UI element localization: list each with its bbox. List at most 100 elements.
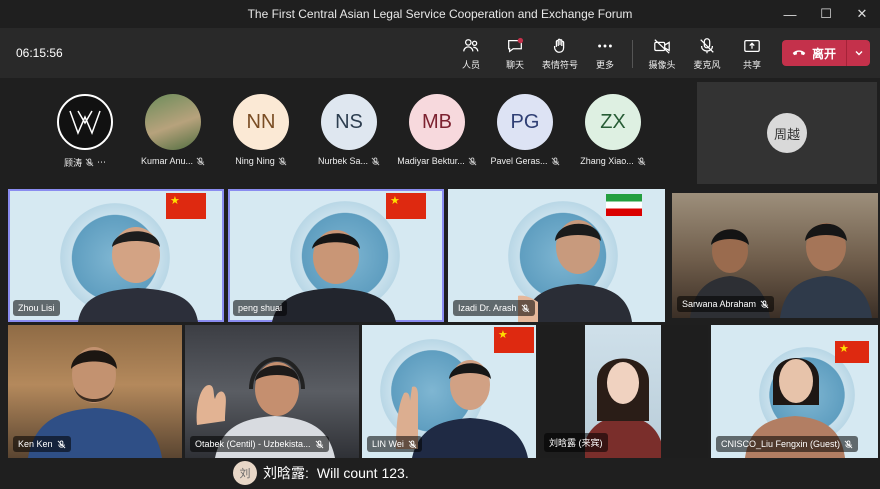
people-button[interactable]: 人员 (449, 37, 493, 71)
mic-off-icon (85, 158, 94, 167)
window-title: The First Central Asian Legal Service Co… (247, 7, 633, 21)
participant-item[interactable]: NS Nurbek Sa... (309, 94, 389, 166)
video-tile[interactable]: peng shuai (228, 189, 444, 322)
mic-off-icon (760, 299, 769, 308)
participant-name-tag: Ken Ken (13, 436, 71, 452)
video-tile[interactable]: LIN Wei (362, 325, 536, 458)
avatar: NS (321, 94, 377, 150)
overflow-participant-tile[interactable]: 周越 (697, 82, 877, 184)
participant-item[interactable]: MB Madiyar Bektur... (397, 94, 477, 166)
participant-name: Pavel Geras... (490, 156, 559, 166)
avatar: PG (497, 94, 553, 150)
participant-item[interactable]: Kumar Anu... (133, 94, 213, 166)
chat-button[interactable]: 聊天 (493, 37, 537, 71)
leave-main[interactable]: 离开 (782, 45, 846, 62)
mic-button[interactable]: 麦克风 (685, 37, 729, 71)
participant-name: Nurbek Sa... (318, 156, 380, 166)
camera-off-icon (654, 39, 670, 54)
chat-icon (508, 37, 524, 53)
video-tile[interactable]: Otabek (Centil) - Uzbekista... (185, 325, 359, 458)
mic-off-icon (278, 156, 287, 165)
mic-off-icon (700, 38, 714, 54)
live-caption: 刘 刘晗露: Will count 123. (233, 461, 409, 485)
participant-video (518, 220, 632, 322)
mic-off-icon (468, 156, 477, 165)
reactions-label: 表情符号 (541, 60, 578, 70)
video-tile[interactable]: Izadi Dr. Arash (448, 189, 665, 322)
participant-name: Ning Ning (235, 156, 287, 166)
iran-flag-icon (606, 194, 642, 216)
video-tile[interactable]: Ken Ken (8, 325, 182, 458)
mic-off-icon (196, 156, 205, 165)
mic-off-icon (371, 156, 380, 165)
video-tile[interactable]: 刘晗露 (来宾) (539, 325, 708, 458)
title-bar: The First Central Asian Legal Service Co… (0, 0, 880, 28)
avatar (57, 94, 113, 150)
china-flag-icon (166, 193, 206, 219)
participant-name-tag: Sarwana Abraham (677, 296, 775, 312)
meeting-timer: 06:15:56 (16, 46, 63, 60)
logo-icon (69, 110, 101, 136)
participant-video (272, 230, 396, 322)
mic-off-icon (57, 439, 65, 448)
more-label: 更多 (595, 60, 614, 70)
participant-item[interactable]: 顾涛 ⋯ (45, 94, 125, 169)
share-icon (744, 39, 760, 53)
meeting-toolbar: 06:15:56 人员 聊天 表情符号 更多 摄像头 麦克风 共享 离开 (0, 28, 880, 78)
leave-options-button[interactable] (846, 40, 870, 66)
people-label: 人员 (461, 60, 480, 70)
participant-name: 顾涛 ⋯ (63, 157, 106, 168)
video-tile[interactable]: Zhou Lisi (8, 189, 224, 322)
participant-name: Madiyar Bektur... (397, 156, 477, 166)
caption-text: Will count 123. (316, 465, 409, 481)
participant-item[interactable]: ZX Zhang Xiao... (573, 94, 653, 166)
participant-item[interactable]: NN Ning Ning (221, 94, 301, 166)
participant-video (78, 227, 198, 322)
raise-hand-icon (553, 38, 565, 53)
more-button[interactable]: 更多 (583, 37, 627, 71)
leave-button[interactable]: 离开 (782, 40, 870, 66)
mic-off-icon (637, 156, 646, 165)
caption-speaker: 刘晗露: (263, 465, 309, 481)
reactions-button[interactable]: 表情符号 (538, 37, 582, 71)
chat-label: 聊天 (505, 60, 524, 70)
window-controls: — ☐ ✕ (772, 0, 880, 28)
camera-label: 摄像头 (648, 60, 676, 70)
avatar (145, 94, 201, 150)
avatar: NN (233, 94, 289, 150)
phone-hangup-icon (792, 50, 806, 56)
participant-name-tag: Izadi Dr. Arash (453, 300, 535, 316)
leave-label: 离开 (812, 46, 837, 61)
participant-name-tag: Zhou Lisi (13, 300, 60, 316)
people-icon (463, 39, 479, 52)
participant-name-tag: 刘晗露 (来宾) (544, 433, 608, 452)
participant-item[interactable]: PG Pavel Geras... (485, 94, 565, 166)
mic-off-icon (521, 303, 529, 312)
more-options-icon[interactable]: ⋯ (97, 157, 106, 168)
mic-off-icon (315, 439, 323, 448)
participant-name-tag: CNISCO_Liu Fengxin (Guest) (716, 436, 859, 452)
avatar: MB (409, 94, 465, 150)
participant-name-tag: Otabek (Centil) - Uzbekista... (190, 436, 329, 452)
video-tile[interactable]: Sarwana Abraham (672, 193, 878, 318)
participant-name-tag: peng shuai (233, 300, 288, 316)
close-icon[interactable]: ✕ (844, 0, 880, 28)
maximize-icon[interactable]: ☐ (808, 0, 844, 28)
mic-off-icon (844, 439, 853, 448)
video-tile[interactable]: CNISCO_Liu Fengxin (Guest) (711, 325, 878, 458)
share-label: 共享 (742, 60, 761, 70)
minimize-icon[interactable]: — (772, 0, 808, 28)
avatar: ZX (585, 94, 641, 150)
mic-label: 麦克风 (693, 60, 721, 70)
mic-off-icon (408, 439, 417, 448)
participant-strip: 顾涛 ⋯ Kumar Anu... NN Ning Ning NS Nurbek… (0, 78, 880, 184)
chevron-down-icon (855, 51, 862, 56)
toolbar-divider (632, 40, 633, 68)
participant-name: Kumar Anu... (141, 156, 205, 166)
avatar: 周越 (767, 113, 807, 153)
caption-avatar: 刘 (233, 461, 257, 485)
camera-button[interactable]: 摄像头 (640, 37, 684, 71)
participant-name: Zhang Xiao... (580, 156, 646, 166)
mic-off-icon (551, 156, 559, 165)
share-button[interactable]: 共享 (730, 37, 774, 71)
